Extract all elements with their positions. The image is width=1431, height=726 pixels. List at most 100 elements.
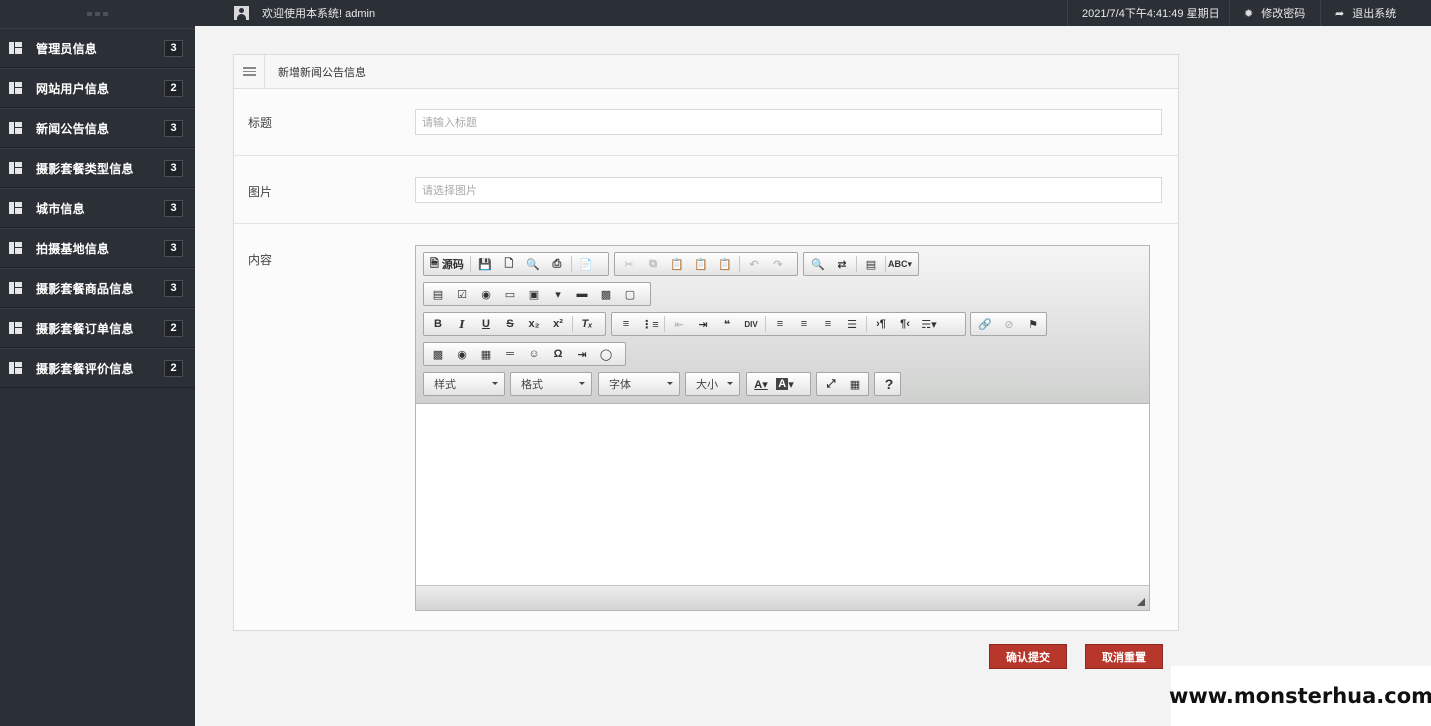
select-all-icon[interactable]: ▤ xyxy=(859,253,883,275)
indent-icon[interactable]: ⇥ xyxy=(691,313,715,335)
ltr-icon[interactable]: ›¶ xyxy=(869,313,893,335)
font-dropdown-label: 字体 xyxy=(609,379,631,391)
select-field-icon[interactable]: ▾ xyxy=(546,283,570,305)
print-icon[interactable]: ⎙ xyxy=(545,253,569,275)
title-label: 标题 xyxy=(248,116,273,130)
numbered-list-icon[interactable]: ≡ xyxy=(614,313,638,335)
submit-button[interactable]: 确认提交 xyxy=(989,644,1067,669)
strike-icon[interactable]: S xyxy=(498,313,522,335)
find-icon[interactable]: 🔍 xyxy=(806,253,830,275)
sidebar-item-label: 摄影套餐类型信息 xyxy=(36,161,134,176)
sidebar-item-badge: 2 xyxy=(164,319,183,337)
div-container-icon[interactable]: DIV xyxy=(739,313,763,335)
text-color-icon[interactable]: A▾ xyxy=(749,373,773,395)
sidebar-item-reviews[interactable]: 摄影套餐评价信息 2 xyxy=(0,348,195,388)
save-icon[interactable]: 💾 xyxy=(473,253,497,275)
superscript-icon[interactable]: x² xyxy=(546,313,570,335)
language-icon[interactable]: ☴▾ xyxy=(917,313,941,335)
bold-icon[interactable]: B xyxy=(426,313,450,335)
style-dropdown[interactable]: 样式 xyxy=(423,372,505,396)
link-icon[interactable]: 🔗 xyxy=(973,313,997,335)
italic-icon[interactable]: I xyxy=(450,313,474,335)
image-input[interactable]: 请选择图片 xyxy=(415,177,1162,203)
source-icon: 🗎 xyxy=(430,257,439,270)
sidebar-item-badge: 2 xyxy=(164,359,183,377)
align-center-icon[interactable]: ≡ xyxy=(792,313,816,335)
align-right-icon[interactable]: ≡ xyxy=(816,313,840,335)
blockquote-icon[interactable]: ❝ xyxy=(715,313,739,335)
title-input[interactable]: 请输入标题 xyxy=(415,109,1162,135)
editor-content-area[interactable] xyxy=(416,404,1149,585)
size-dropdown[interactable]: 大小 xyxy=(685,372,740,396)
chevron-down-icon xyxy=(492,382,498,385)
undo-icon[interactable]: ↶ xyxy=(742,253,766,275)
form-icon[interactable]: ▤ xyxy=(426,283,450,305)
editor-footer xyxy=(416,585,1149,610)
radio-icon[interactable]: ◉ xyxy=(474,283,498,305)
sidebar-item-package-types[interactable]: 摄影套餐类型信息 3 xyxy=(0,148,195,188)
help-icon[interactable]: ? xyxy=(877,373,901,395)
special-char-icon[interactable]: Ω xyxy=(546,343,570,365)
menu-icon xyxy=(234,55,265,88)
paste-word-icon[interactable]: 📋 xyxy=(713,253,737,275)
toolbar-group-about: ? xyxy=(874,372,901,396)
unlink-icon[interactable]: ⊘ xyxy=(997,313,1021,335)
chevron-down-icon xyxy=(579,382,585,385)
justify-icon[interactable]: ☰ xyxy=(840,313,864,335)
redo-icon[interactable]: ↷ xyxy=(766,253,790,275)
toolbar-group-forms: ▤ ☑ ◉ ▭ ▣ ▾ ▬ ▩ ▢ xyxy=(423,282,651,306)
layout-icon xyxy=(9,42,22,54)
new-page-icon[interactable]: 🗋 xyxy=(497,253,521,275)
button-field-icon[interactable]: ▬ xyxy=(570,283,594,305)
cut-icon[interactable]: ✂ xyxy=(617,253,641,275)
checkbox-icon[interactable]: ☑ xyxy=(450,283,474,305)
text-field-icon[interactable]: ▭ xyxy=(498,283,522,305)
image-icon[interactable]: ▩ xyxy=(426,343,450,365)
replace-icon[interactable]: ⇄ xyxy=(830,253,854,275)
maximize-icon[interactable]: ⤢ xyxy=(819,373,843,395)
show-blocks-icon[interactable]: ▦ xyxy=(843,373,867,395)
spellcheck-icon[interactable]: ABC▾ xyxy=(888,253,912,275)
change-password-link[interactable]: ✹ 修改密码 xyxy=(1229,0,1319,26)
sidebar-item-bases[interactable]: 拍摄基地信息 3 xyxy=(0,228,195,268)
sidebar-item-admin[interactable]: 管理员信息 3 xyxy=(0,28,195,68)
toolbar-group-insert: ▩ ◉ ▦ ═ ☺ Ω ⇥ ◯ xyxy=(423,342,626,366)
copy-icon[interactable]: ⧉ xyxy=(641,253,665,275)
flash-icon[interactable]: ◉ xyxy=(450,343,474,365)
table-icon[interactable]: ▦ xyxy=(474,343,498,365)
font-dropdown[interactable]: 字体 xyxy=(598,372,680,396)
smiley-icon[interactable]: ☺ xyxy=(522,343,546,365)
datetime-text: 2021/7/4下午4:41:49 星期日 xyxy=(1082,8,1220,20)
templates-icon[interactable]: 📄 xyxy=(574,253,598,275)
sidebar-item-cities[interactable]: 城市信息 3 xyxy=(0,188,195,228)
gear-icon: ✹ xyxy=(1244,7,1254,20)
outdent-icon[interactable]: ⇤ xyxy=(667,313,691,335)
anchor-flag-icon[interactable]: ⚑ xyxy=(1021,313,1045,335)
sidebar-item-orders[interactable]: 摄影套餐订单信息 2 xyxy=(0,308,195,348)
iframe-globe-icon[interactable]: ◯ xyxy=(594,343,618,365)
logout-link[interactable]: ➦ 退出系统 xyxy=(1320,0,1408,26)
resize-handle-icon[interactable] xyxy=(1137,598,1145,606)
sidebar-item-news[interactable]: 新闻公告信息 3 xyxy=(0,108,195,148)
remove-format-icon[interactable]: Tₓ xyxy=(575,313,599,335)
horizontal-line-icon[interactable]: ═ xyxy=(498,343,522,365)
preview-icon[interactable]: 🔍 xyxy=(521,253,545,275)
paste-text-icon[interactable]: 📋 xyxy=(689,253,713,275)
background-color-icon[interactable]: A ▾ xyxy=(773,373,797,395)
bulleted-list-icon[interactable]: ⋮≡ xyxy=(638,313,662,335)
rtl-icon[interactable]: ¶‹ xyxy=(893,313,917,335)
reset-button[interactable]: 取消重置 xyxy=(1085,644,1163,669)
format-dropdown[interactable]: 格式 xyxy=(510,372,592,396)
align-left-icon[interactable]: ≡ xyxy=(768,313,792,335)
paste-icon[interactable]: 📋 xyxy=(665,253,689,275)
underline-icon[interactable]: U xyxy=(474,313,498,335)
textarea-icon[interactable]: ▣ xyxy=(522,283,546,305)
page-break-icon[interactable]: ⇥ xyxy=(570,343,594,365)
hidden-field-icon[interactable]: ▢ xyxy=(618,283,642,305)
subscript-icon[interactable]: x₂ xyxy=(522,313,546,335)
image-button-icon[interactable]: ▩ xyxy=(594,283,618,305)
source-button[interactable]: 🗎 源码 xyxy=(426,253,468,275)
sidebar-item-products[interactable]: 摄影套餐商品信息 3 xyxy=(0,268,195,308)
toolbar-separator xyxy=(765,316,766,332)
sidebar-item-users[interactable]: 网站用户信息 2 xyxy=(0,68,195,108)
